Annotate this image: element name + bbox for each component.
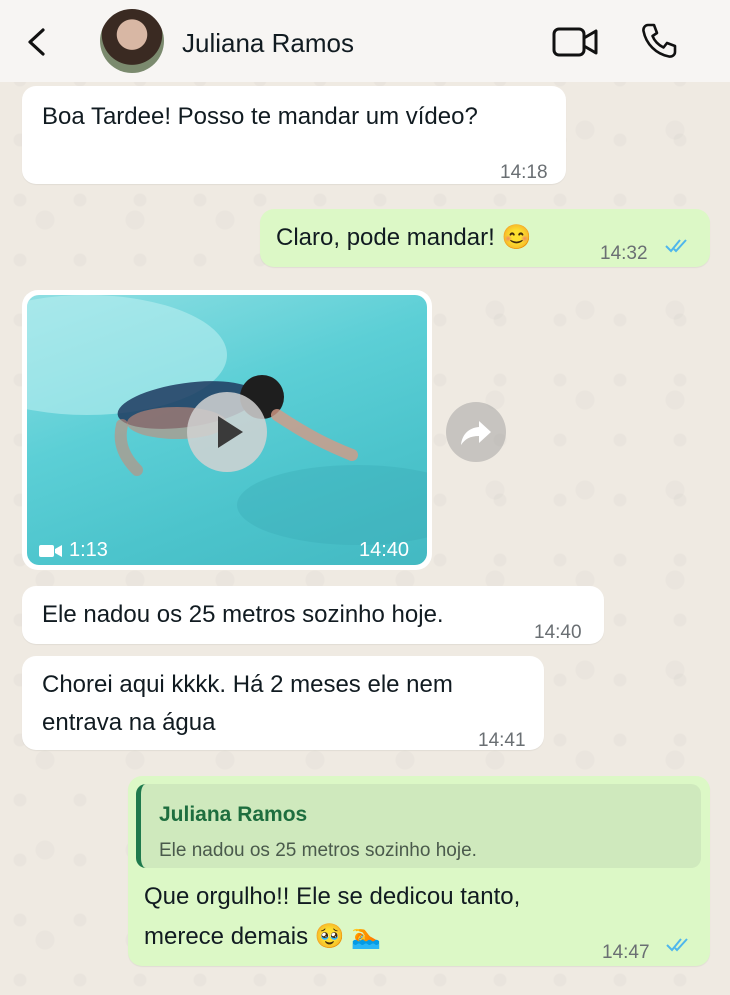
message-text-line2: merece demais 🥹 🏊 bbox=[144, 923, 382, 950]
quoted-text: Ele nadou os 25 metros sozinho hoje. bbox=[159, 840, 477, 861]
read-ticks-icon bbox=[666, 938, 688, 952]
message-time: 14:18 bbox=[500, 162, 548, 183]
video-thumbnail[interactable]: 1:13 14:40 bbox=[27, 295, 427, 565]
back-arrow-icon[interactable] bbox=[22, 26, 52, 58]
message-time: 14:40 bbox=[534, 622, 582, 643]
message-time: 14:47 bbox=[602, 942, 650, 963]
message-bubble-outgoing[interactable]: Claro, pode mandar! 😊 14:32 bbox=[260, 209, 710, 267]
message-text-line1: Chorei aqui kkkk. Há 2 meses ele nem bbox=[42, 671, 453, 698]
play-icon bbox=[218, 416, 243, 448]
message-text: Boa Tardee! Posso te mandar um vídeo? bbox=[42, 103, 478, 130]
message-time: 14:41 bbox=[478, 730, 526, 751]
video-call-icon[interactable] bbox=[552, 25, 598, 59]
message-time: 14:32 bbox=[600, 243, 648, 264]
message-text-line2: entrava na água bbox=[42, 709, 216, 736]
chat-header: Juliana Ramos bbox=[0, 0, 730, 82]
voice-call-icon[interactable] bbox=[640, 22, 678, 60]
message-text: Ele nadou os 25 metros sozinho hoje. bbox=[42, 601, 444, 628]
message-bubble-outgoing-reply[interactable]: Juliana Ramos Ele nadou os 25 metros soz… bbox=[128, 776, 710, 966]
avatar[interactable] bbox=[100, 9, 164, 73]
video-camera-icon bbox=[39, 545, 62, 557]
quoted-message[interactable]: Juliana Ramos Ele nadou os 25 metros soz… bbox=[136, 784, 701, 868]
quoted-sender: Juliana Ramos bbox=[159, 803, 308, 826]
message-time: 14:40 bbox=[359, 539, 410, 561]
message-text: Claro, pode mandar! 😊 bbox=[276, 224, 532, 251]
message-text-line1: Que orgulho!! Ele se dedicou tanto, bbox=[144, 883, 521, 910]
contact-name[interactable]: Juliana Ramos bbox=[182, 28, 354, 59]
read-ticks-icon bbox=[665, 239, 687, 253]
message-bubble-incoming[interactable]: Ele nadou os 25 metros sozinho hoje. 14:… bbox=[22, 586, 604, 644]
message-bubble-incoming[interactable]: Boa Tardee! Posso te mandar um vídeo? 14… bbox=[22, 86, 566, 184]
video-duration: 1:13 bbox=[69, 539, 108, 561]
forward-icon bbox=[461, 421, 491, 445]
play-button[interactable] bbox=[187, 392, 267, 472]
video-message[interactable]: 1:13 14:40 bbox=[22, 290, 432, 570]
message-bubble-incoming[interactable]: Chorei aqui kkkk. Há 2 meses ele nem ent… bbox=[22, 656, 544, 751]
forward-button[interactable] bbox=[446, 402, 506, 462]
